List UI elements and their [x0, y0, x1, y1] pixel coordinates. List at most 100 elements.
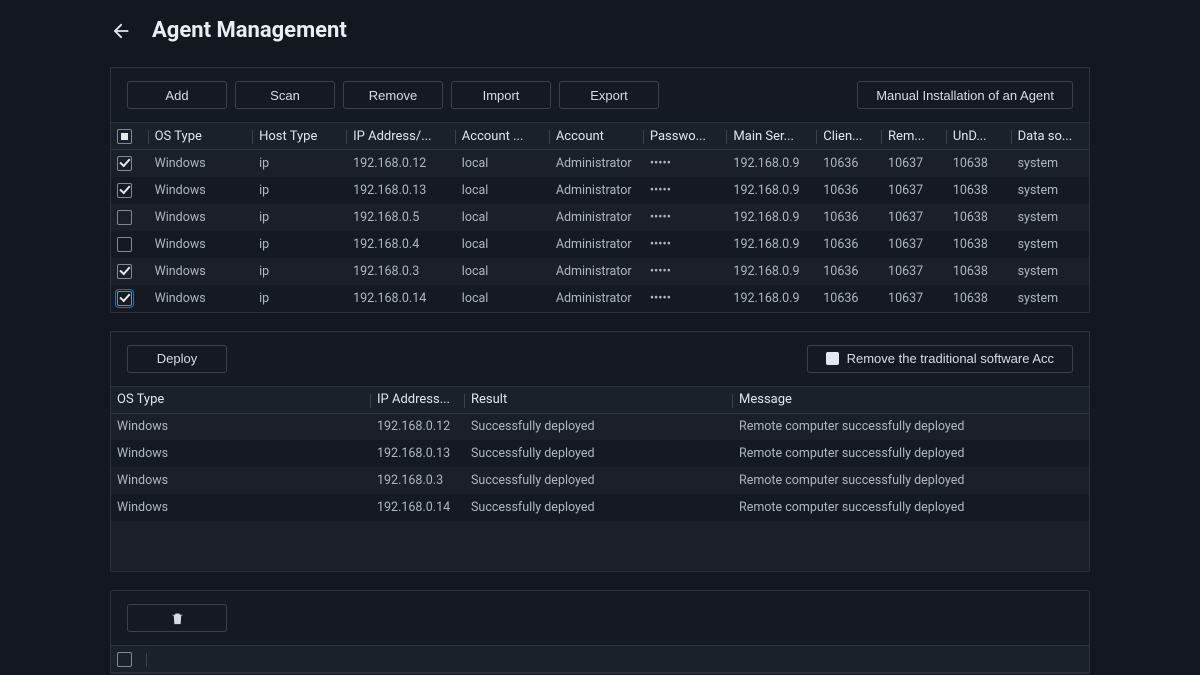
table-row[interactable]: Windowsip192.168.0.14localAdministrator•…	[111, 285, 1089, 312]
row-checkbox[interactable]	[117, 156, 132, 171]
col-password[interactable]: Passwo...	[644, 123, 728, 150]
cell-und: 10638	[947, 177, 1012, 204]
trash-select-all[interactable]	[117, 652, 132, 667]
cell-main: 192.168.0.9	[727, 258, 817, 285]
cell-data: system	[1012, 285, 1089, 312]
cell-os: Windows	[111, 413, 371, 440]
col-main-server[interactable]: Main Ser...	[727, 123, 817, 150]
cell-os: Windows	[149, 150, 253, 177]
agents-toolbar: Add Scan Remove Import Export Manual Ins…	[111, 68, 1089, 122]
cell-result: Successfully deployed	[465, 467, 733, 494]
row-checkbox[interactable]	[117, 210, 132, 225]
cell-account: Administrator	[550, 177, 644, 204]
cell-data: system	[1012, 258, 1089, 285]
page-header: Agent Management	[110, 18, 1090, 43]
cell-os: Windows	[149, 177, 253, 204]
trash-table	[111, 645, 1089, 673]
cell-password: •••••	[644, 285, 728, 312]
cell-und: 10638	[947, 204, 1012, 231]
cell-password: •••••	[644, 204, 728, 231]
import-button[interactable]: Import	[451, 81, 551, 109]
table-row[interactable]: Windows192.168.0.14Successfully deployed…	[111, 494, 1089, 521]
cell-account: Administrator	[550, 285, 644, 312]
remove-acc-checkbox-icon	[826, 352, 839, 365]
col-account[interactable]: Account	[550, 123, 644, 150]
deploy-toolbar: Deploy Remove the traditional software A…	[111, 332, 1089, 386]
cell-os: Windows	[149, 258, 253, 285]
cell-main: 192.168.0.9	[727, 177, 817, 204]
trash-panel	[110, 590, 1090, 674]
row-checkbox[interactable]	[117, 291, 132, 306]
table-row[interactable]: Windows192.168.0.13Successfully deployed…	[111, 440, 1089, 467]
cell-main: 192.168.0.9	[727, 285, 817, 312]
dcol-result[interactable]: Result	[465, 386, 733, 413]
deploy-panel: Deploy Remove the traditional software A…	[110, 331, 1090, 573]
cell-message: Remote computer successfully deployed	[733, 494, 1089, 521]
cell-os: Windows	[111, 494, 371, 521]
cell-password: •••••	[644, 150, 728, 177]
cell-client: 10636	[817, 177, 882, 204]
cell-message: Remote computer successfully deployed	[733, 413, 1089, 440]
export-button[interactable]: Export	[559, 81, 659, 109]
cell-account: Administrator	[550, 258, 644, 285]
col-rem[interactable]: Rem...	[882, 123, 947, 150]
cell-acct-type: local	[456, 204, 550, 231]
col-client[interactable]: Clien...	[817, 123, 882, 150]
col-und[interactable]: UnD...	[947, 123, 1012, 150]
dcol-ip[interactable]: IP Address...	[371, 386, 465, 413]
cell-ip: 192.168.0.4	[347, 231, 456, 258]
remove-button[interactable]: Remove	[343, 81, 443, 109]
row-checkbox[interactable]	[117, 183, 132, 198]
cell-host: ip	[253, 231, 347, 258]
col-host-type[interactable]: Host Type	[253, 123, 347, 150]
cell-main: 192.168.0.9	[727, 204, 817, 231]
cell-host: ip	[253, 258, 347, 285]
cell-ip: 192.168.0.14	[371, 494, 465, 521]
table-row[interactable]: Windowsip192.168.0.3localAdministrator••…	[111, 258, 1089, 285]
cell-host: ip	[253, 150, 347, 177]
cell-acct-type: local	[456, 231, 550, 258]
back-arrow-icon[interactable]	[110, 20, 132, 42]
agents-table: OS Type Host Type IP Address/... Account…	[111, 122, 1089, 312]
dcol-os[interactable]: OS Type	[111, 386, 371, 413]
cell-client: 10636	[817, 204, 882, 231]
row-checkbox[interactable]	[117, 264, 132, 279]
cell-ip: 192.168.0.3	[347, 258, 456, 285]
cell-host: ip	[253, 285, 347, 312]
cell-client: 10636	[817, 231, 882, 258]
manual-install-button[interactable]: Manual Installation of an Agent	[857, 81, 1073, 109]
col-os-type[interactable]: OS Type	[149, 123, 253, 150]
deploy-button[interactable]: Deploy	[127, 345, 227, 373]
select-all-checkbox[interactable]	[117, 129, 132, 144]
cell-und: 10638	[947, 150, 1012, 177]
table-row[interactable]: Windowsip192.168.0.4localAdministrator••…	[111, 231, 1089, 258]
scan-button[interactable]: Scan	[235, 81, 335, 109]
table-row[interactable]: Windowsip192.168.0.12localAdministrator•…	[111, 150, 1089, 177]
cell-ip: 192.168.0.14	[347, 285, 456, 312]
cell-rem: 10637	[882, 258, 947, 285]
col-data-source[interactable]: Data so...	[1012, 123, 1089, 150]
delete-button[interactable]	[127, 604, 227, 632]
cell-client: 10636	[817, 285, 882, 312]
cell-password: •••••	[644, 231, 728, 258]
cell-data: system	[1012, 204, 1089, 231]
row-checkbox[interactable]	[117, 237, 132, 252]
add-button[interactable]: Add	[127, 81, 227, 109]
dcol-message[interactable]: Message	[733, 386, 1089, 413]
table-row[interactable]: Windowsip192.168.0.5localAdministrator••…	[111, 204, 1089, 231]
cell-account: Administrator	[550, 204, 644, 231]
cell-rem: 10637	[882, 231, 947, 258]
cell-ip: 192.168.0.12	[347, 150, 456, 177]
col-account-type[interactable]: Account ...	[456, 123, 550, 150]
cell-result: Successfully deployed	[465, 413, 733, 440]
col-ip[interactable]: IP Address/...	[347, 123, 456, 150]
cell-acct-type: local	[456, 285, 550, 312]
cell-main: 192.168.0.9	[727, 231, 817, 258]
cell-rem: 10637	[882, 150, 947, 177]
table-row[interactable]: Windows192.168.0.3Successfully deployedR…	[111, 467, 1089, 494]
cell-ip: 192.168.0.13	[347, 177, 456, 204]
cell-message: Remote computer successfully deployed	[733, 467, 1089, 494]
remove-traditional-acc-button[interactable]: Remove the traditional software Acc	[807, 345, 1073, 373]
table-row[interactable]: Windows192.168.0.12Successfully deployed…	[111, 413, 1089, 440]
table-row[interactable]: Windowsip192.168.0.13localAdministrator•…	[111, 177, 1089, 204]
